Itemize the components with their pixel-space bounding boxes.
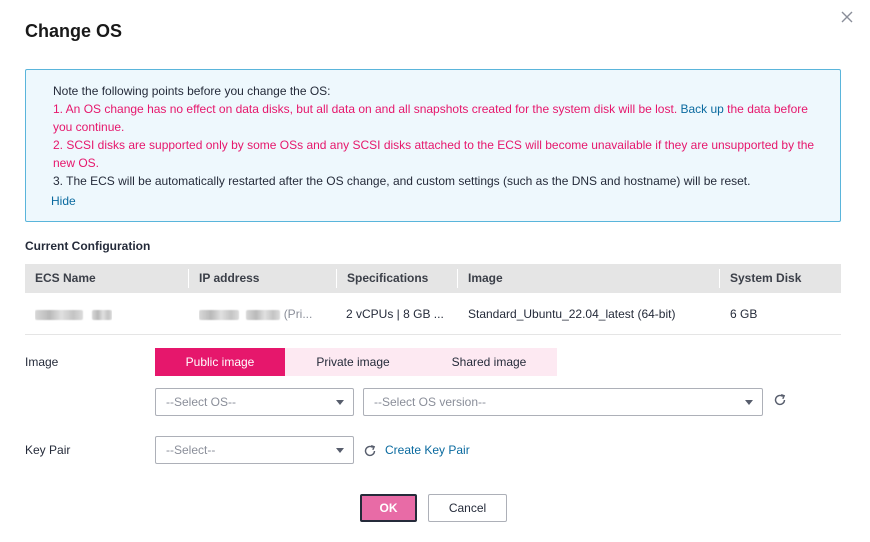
chevron-down-icon (336, 400, 344, 405)
refresh-icon[interactable] (363, 444, 377, 461)
key-pair-dropdown[interactable]: --Select-- (155, 436, 354, 464)
select-os-dropdown[interactable]: --Select OS-- (155, 388, 354, 416)
notice-point-1: 1. An OS change has no effect on data di… (53, 102, 808, 116)
table-row: (Pri... 2 vCPUs | 8 GB ... Standard_Ubun… (25, 293, 841, 335)
ecs-name-cell (35, 293, 113, 335)
current-configuration-table: ECS Name IP address Specifications Image… (25, 264, 841, 335)
column-header: ECS Name (35, 271, 96, 285)
current-configuration-title: Current Configuration (25, 239, 151, 253)
table-header: ECS Name IP address Specifications Image… (25, 264, 841, 293)
key-pair-label: Key Pair (25, 443, 71, 457)
tab-public-image[interactable]: Public image (155, 348, 285, 376)
select-os-version-dropdown[interactable]: --Select OS version-- (363, 388, 763, 416)
hide-notice-link[interactable]: Hide (51, 194, 76, 208)
refresh-icon[interactable] (773, 393, 787, 410)
specifications-cell: 2 vCPUs | 8 GB ... (346, 307, 444, 321)
backup-link[interactable]: Back up (680, 102, 723, 116)
column-header: Image (457, 264, 503, 293)
system-disk-cell: 6 GB (730, 307, 758, 321)
redacted-ip (199, 309, 239, 320)
dialog-title: Change OS (25, 21, 123, 41)
column-header: IP address (188, 264, 259, 293)
create-key-pair-link[interactable]: Create Key Pair (385, 443, 470, 457)
notice-point-3: 3. The ECS will be automatically restart… (53, 174, 751, 188)
cancel-button[interactable]: Cancel (428, 494, 507, 522)
image-cell: Standard_Ubuntu_22.04_latest (64-bit) (468, 307, 676, 321)
tab-shared-image[interactable]: Shared image (421, 348, 557, 376)
notice-point-1-cont: you continue. (53, 120, 125, 134)
notice-intro: Note the following points before you cha… (53, 84, 331, 98)
redacted-ecs-name (35, 309, 83, 320)
notice-point-2-cont: new OS. (53, 156, 100, 170)
image-label: Image (25, 355, 59, 369)
close-icon[interactable] (839, 9, 855, 25)
chevron-down-icon (336, 448, 344, 453)
image-type-tabs: Public image Private image Shared image (155, 348, 557, 376)
column-header: System Disk (719, 264, 801, 293)
tab-private-image[interactable]: Private image (285, 348, 421, 376)
column-header: Specifications (336, 264, 428, 293)
ip-address-cell: (Pri... (199, 293, 324, 335)
ok-button[interactable]: OK (360, 494, 417, 522)
os-change-notice: Note the following points before you cha… (25, 69, 841, 222)
change-os-dialog: Change OS Note the following points befo… (0, 0, 870, 542)
notice-point-2: 2. SCSI disks are supported only by some… (53, 138, 815, 152)
chevron-down-icon (745, 400, 753, 405)
